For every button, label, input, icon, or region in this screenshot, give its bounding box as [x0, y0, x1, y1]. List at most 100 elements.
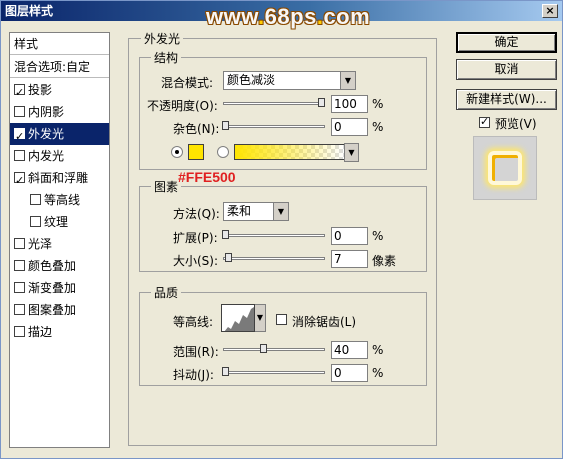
sidebar-item[interactable]: 描边	[10, 321, 109, 343]
contour-dropdown[interactable]: ▼	[255, 304, 266, 332]
technique-select[interactable]: 柔和 ▼	[223, 202, 289, 221]
sidebar-item[interactable]: 外发光	[10, 123, 109, 148]
sidebar-item-checkbox[interactable]	[14, 126, 25, 148]
watermark-logo: www.68ps.com	[206, 4, 371, 29]
sidebar-item-label: 内阴影	[28, 105, 65, 119]
sidebar-item-label: 渐变叠加	[28, 281, 77, 295]
sidebar-item-label: 纹理	[44, 215, 69, 229]
antialias-label: 消除锯齿(L)	[292, 315, 357, 329]
jitter-unit: %	[372, 366, 384, 380]
noise-label: 杂色(N):	[173, 122, 220, 136]
contour-picker[interactable]	[221, 304, 255, 332]
preview-checkbox[interactable]	[479, 115, 490, 128]
noise-input[interactable]: 0	[331, 118, 368, 136]
sidebar-item[interactable]: 渐变叠加	[10, 277, 109, 299]
sidebar-item-checkbox[interactable]	[14, 326, 25, 337]
blend-mode-value: 颜色减淡	[227, 73, 276, 87]
sidebar-item[interactable]: 纹理	[10, 211, 109, 233]
noise-unit: %	[372, 120, 384, 134]
contour-label: 等高线:	[173, 315, 214, 329]
sidebar-item-checkbox[interactable]	[14, 82, 25, 104]
size-label: 大小(S):	[173, 254, 219, 268]
opacity-slider-thumb[interactable]	[318, 98, 325, 107]
sidebar-item-checkbox[interactable]	[14, 150, 25, 161]
sidebar-item-checkbox[interactable]	[14, 106, 25, 117]
jitter-label: 抖动(J):	[173, 368, 214, 382]
gradient-dropdown[interactable]: ▼	[344, 143, 359, 162]
contour-curve-icon	[224, 307, 254, 331]
blend-mode-label: 混合模式:	[161, 76, 214, 90]
sidebar-item[interactable]: 等高线	[10, 189, 109, 211]
preview-label: 预览(V)	[495, 117, 537, 131]
antialias-checkbox[interactable]	[276, 314, 287, 325]
close-button[interactable]: ×	[542, 4, 558, 18]
opacity-slider[interactable]	[223, 102, 325, 105]
sidebar-item[interactable]: 内发光	[10, 145, 109, 167]
sidebar-item-label: 斜面和浮雕	[28, 171, 89, 185]
range-label: 范围(R):	[173, 345, 219, 359]
size-input[interactable]: 7	[331, 250, 368, 268]
sidebar-item[interactable]: 图案叠加	[10, 299, 109, 321]
gradient-radio[interactable]	[217, 146, 229, 158]
jitter-slider[interactable]	[223, 371, 325, 374]
window-title: 图层样式	[5, 4, 54, 18]
sidebar-item-label: 等高线	[44, 193, 81, 207]
styles-header[interactable]: 样式	[10, 33, 109, 55]
spread-input[interactable]: 0	[331, 227, 368, 245]
spread-slider-thumb[interactable]	[222, 230, 229, 239]
jitter-input[interactable]: 0	[331, 364, 368, 382]
sidebar-item-checkbox[interactable]	[14, 304, 25, 315]
glow-color-swatch[interactable]	[188, 144, 204, 160]
sidebar-item-checkbox[interactable]	[30, 194, 41, 205]
chevron-down-icon: ▼	[273, 203, 288, 220]
sidebar-item[interactable]: 内阴影	[10, 101, 109, 123]
new-style-button[interactable]: 新建样式(W)...	[456, 89, 557, 110]
sidebar-item-checkbox[interactable]	[14, 282, 25, 293]
opacity-input[interactable]: 100	[331, 95, 368, 113]
range-slider-thumb[interactable]	[260, 344, 268, 353]
sidebar-item[interactable]: 投影	[10, 79, 109, 104]
blend-mode-select[interactable]: 颜色减淡 ▼	[223, 71, 356, 90]
style-list: 样式 混合选项:自定 投影内阴影外发光内发光斜面和浮雕等高线纹理光泽颜色叠加渐变…	[9, 32, 110, 448]
sidebar-item-checkbox[interactable]	[30, 216, 41, 227]
chevron-down-icon: ▼	[340, 72, 355, 89]
sidebar-item-label: 描边	[28, 325, 53, 339]
size-unit: 像素	[372, 254, 397, 268]
solid-color-radio[interactable]	[171, 146, 183, 158]
opacity-unit: %	[372, 97, 384, 111]
sidebar-item-label: 外发光	[28, 127, 65, 141]
sidebar-item[interactable]: 颜色叠加	[10, 255, 109, 277]
structure-title: 结构	[151, 49, 182, 66]
sidebar-item-checkbox[interactable]	[14, 170, 25, 192]
elements-title: 图素	[151, 178, 182, 195]
quality-title: 品质	[151, 284, 182, 301]
sidebar-item-label: 内发光	[28, 149, 65, 163]
gradient-swatch[interactable]	[234, 144, 345, 160]
range-input[interactable]: 40	[331, 341, 368, 359]
sidebar-item-checkbox[interactable]	[14, 238, 25, 249]
color-annotation: #FFE500	[178, 169, 236, 185]
range-unit: %	[372, 343, 384, 357]
range-slider[interactable]	[223, 348, 325, 351]
spread-unit: %	[372, 229, 384, 243]
size-slider-thumb[interactable]	[224, 253, 232, 262]
sidebar-item-label: 颜色叠加	[28, 259, 77, 273]
cancel-button[interactable]: 取消	[456, 59, 557, 80]
sidebar-item[interactable]: 斜面和浮雕	[10, 167, 109, 192]
sidebar-item-checkbox[interactable]	[14, 260, 25, 271]
size-slider[interactable]	[223, 257, 325, 260]
noise-slider[interactable]	[223, 125, 325, 128]
technique-value: 柔和	[227, 204, 252, 218]
spread-slider[interactable]	[223, 234, 325, 237]
ok-button[interactable]: 确定	[456, 32, 557, 53]
chevron-down-icon: ▼	[255, 305, 265, 331]
noise-slider-thumb[interactable]	[222, 121, 229, 130]
chevron-down-icon: ▼	[345, 144, 358, 161]
blending-options-item[interactable]: 混合选项:自定	[10, 56, 109, 78]
jitter-slider-thumb[interactable]	[222, 367, 229, 376]
preview-glow-square	[488, 151, 522, 185]
sidebar-item-label: 光泽	[28, 237, 53, 251]
outer-glow-title: 外发光	[141, 30, 184, 47]
sidebar-item[interactable]: 光泽	[10, 233, 109, 255]
sidebar-item-label: 投影	[28, 83, 53, 97]
